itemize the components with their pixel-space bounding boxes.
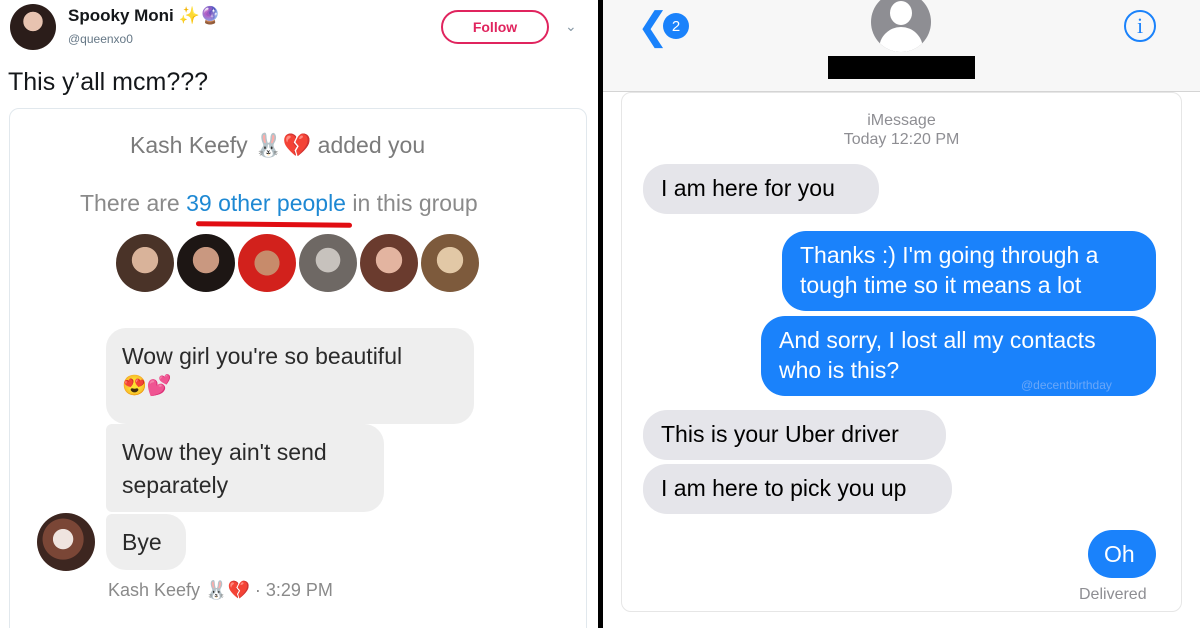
chat-message-text: Wow girl you're so beautiful [122,343,403,369]
unread-count-badge[interactable]: 2 [663,13,689,39]
chat-message[interactable]: Bye [106,514,186,570]
tweet-text: This y’all mcm??? [8,68,209,96]
delivery-status: Delivered [1079,586,1147,603]
sender-name-timestamp: Kash Keefy 🐰💔 · 3:29 PM [108,580,333,600]
chat-message[interactable]: Wow they ain't send separately [106,424,384,512]
tweet-author-avatar[interactable] [10,4,56,50]
group-count-prefix: There are [80,190,180,216]
group-member-avatar[interactable] [177,234,235,292]
group-member-avatar[interactable] [116,234,174,292]
incoming-message-bubble[interactable]: I am here for you [643,164,879,214]
contact-avatar-icon[interactable] [871,0,931,52]
imessage-panel: ❮ 2 i iMessage Today 12:20 PM I am here … [603,0,1200,628]
follow-button[interactable]: Follow [441,10,549,44]
group-member-count-line: There are 39 other people in this group [80,190,478,217]
watermark: @decentbirthday [1021,378,1112,392]
tweet-author-name[interactable]: Spooky Moni ✨🔮 [68,6,221,26]
group-member-avatar[interactable] [238,234,296,292]
tweet-author-handle[interactable]: @queenxo0 [68,32,133,46]
redacted-contact-name [828,56,975,79]
outgoing-message-bubble[interactable]: Oh [1088,530,1156,578]
group-member-avatar[interactable] [421,234,479,292]
group-added-notice: Kash Keefy 🐰💔 added you [130,132,426,158]
tweet-panel: Spooky Moni ✨🔮 @queenxo0 Follow ⌄ This y… [0,0,598,628]
chat-message[interactable]: Wow girl you're so beautiful 😍💕 [106,328,474,424]
group-count-suffix: in this group [352,190,478,216]
service-label: iMessage [867,112,936,129]
chevron-down-icon[interactable]: ⌄ [565,18,577,35]
sender-avatar[interactable] [37,513,95,571]
incoming-message-bubble[interactable]: I am here to pick you up [643,464,952,514]
thread-timestamp: Today 12:20 PM [843,131,960,148]
info-icon[interactable]: i [1124,10,1156,42]
outgoing-message-bubble[interactable]: Thanks :) I'm going through a tough time… [782,231,1156,311]
heart-eyes-emoji-icon: 😍💕 [122,375,172,397]
group-member-avatar[interactable] [299,234,357,292]
group-count-link[interactable]: 39 other people [186,190,346,216]
group-member-avatar[interactable] [360,234,418,292]
incoming-message-bubble[interactable]: This is your Uber driver [643,410,946,460]
